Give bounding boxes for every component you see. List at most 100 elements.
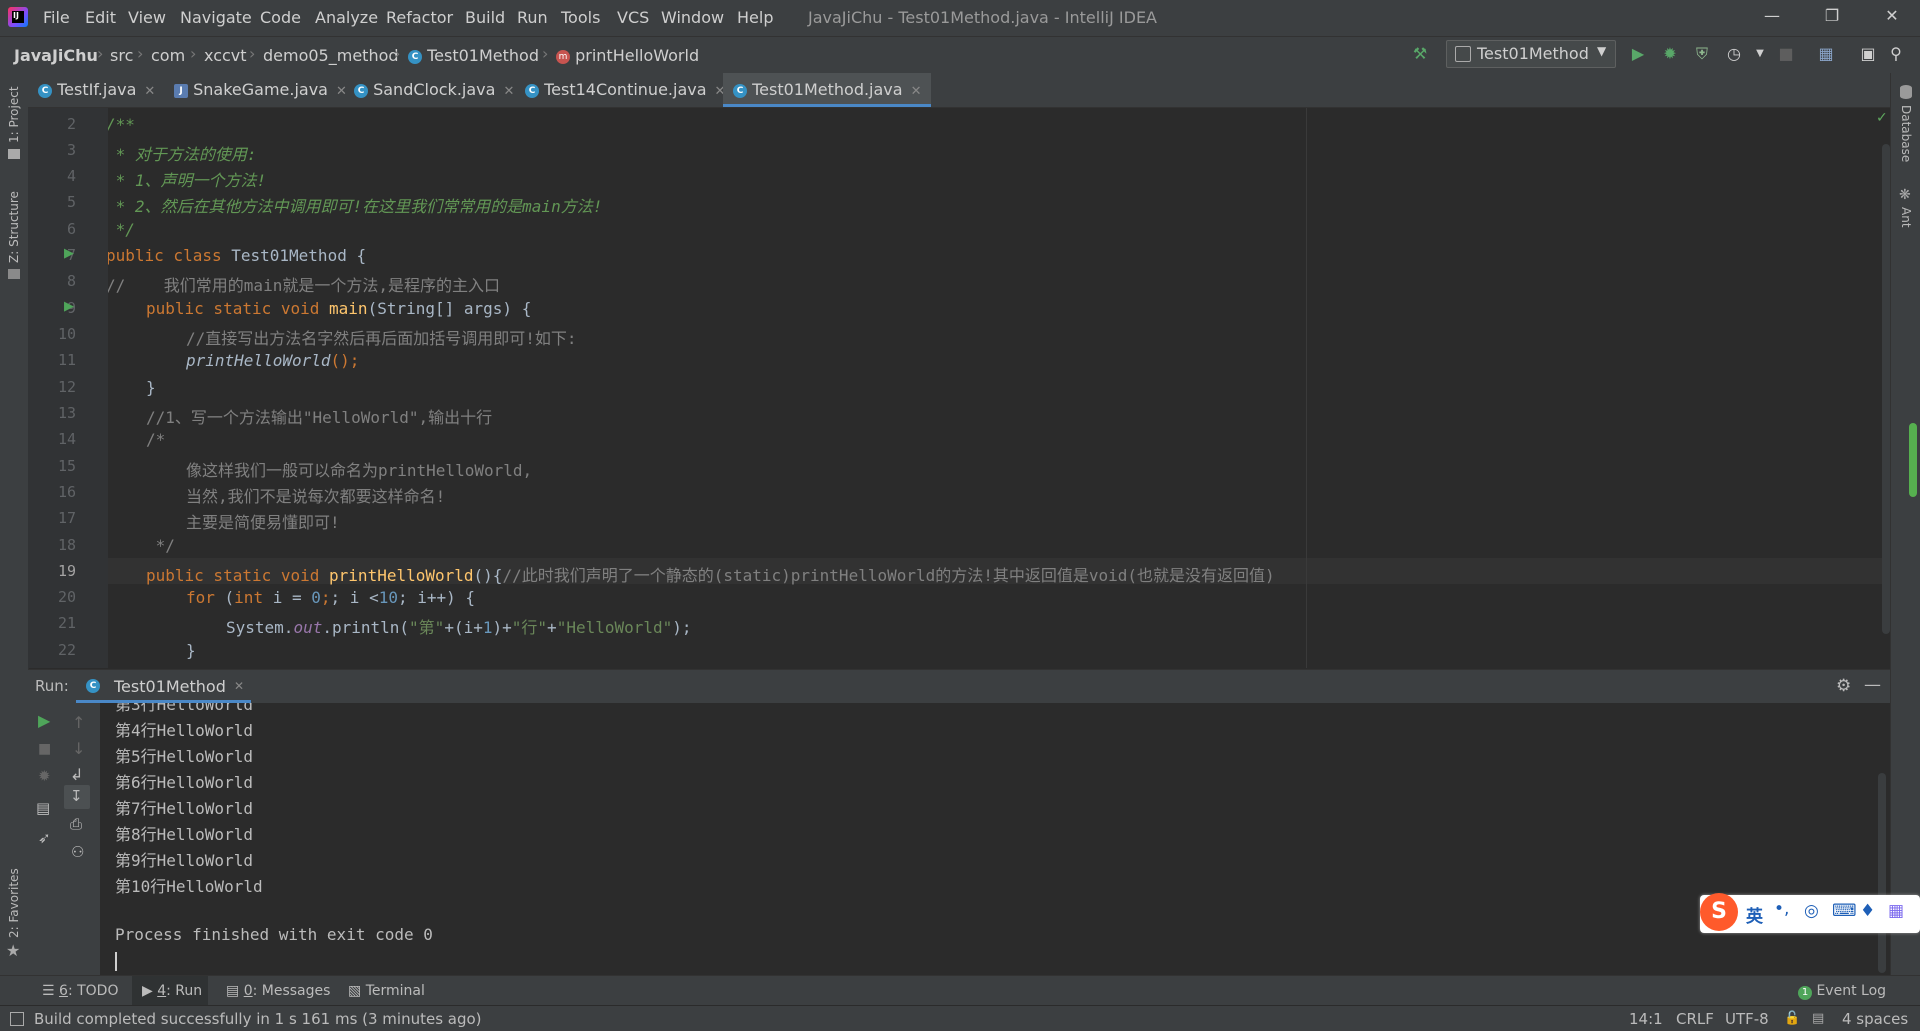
menu-build[interactable]: Build bbox=[465, 8, 505, 27]
menu-navigate[interactable]: Navigate bbox=[180, 8, 252, 27]
breadcrumb-package[interactable]: demo05_method bbox=[263, 46, 399, 65]
messages-tool-button[interactable]: ▤ 0: Messages bbox=[226, 983, 330, 999]
breadcrumb-class[interactable]: C Test01Method bbox=[408, 46, 539, 65]
menu-edit[interactable]: Edit bbox=[85, 8, 116, 27]
print-icon[interactable]: ⎙ bbox=[70, 815, 82, 833]
memory-icon[interactable]: ▤ bbox=[1812, 1011, 1824, 1026]
file-encoding[interactable]: UTF-8 bbox=[1725, 1010, 1769, 1028]
lock-icon[interactable]: 🔓 bbox=[1784, 1011, 1800, 1026]
arrow-up-icon[interactable]: ↑ bbox=[72, 713, 85, 732]
profile-dropdown-icon[interactable]: ▼ bbox=[1750, 44, 1770, 64]
tab-sandclock[interactable]: C SandClock.java ✕ bbox=[354, 73, 514, 107]
punctuation-icon[interactable]: •, bbox=[1774, 899, 1789, 919]
gear-icon[interactable]: ⚙ bbox=[1836, 676, 1851, 696]
terminal-tool-button[interactable]: ▧ Terminal bbox=[348, 983, 425, 999]
layout-icon[interactable]: ▤ bbox=[36, 799, 50, 817]
toolbox-icon[interactable]: ▦ bbox=[1888, 901, 1904, 921]
close-run-tab-icon[interactable]: ✕ bbox=[234, 679, 244, 693]
debug-icon[interactable]: ✹ bbox=[1660, 44, 1680, 64]
skin-icon[interactable]: ♦ bbox=[1860, 901, 1875, 921]
run-icon[interactable]: ▶ bbox=[1628, 44, 1648, 64]
run-main-gutter-icon[interactable]: ▶ bbox=[64, 299, 74, 314]
close-tab-icon[interactable]: ✕ bbox=[911, 84, 922, 99]
menu-tools[interactable]: Tools bbox=[561, 8, 600, 27]
ant-icon[interactable]: ❋ bbox=[1899, 187, 1911, 203]
restore-layout-icon[interactable]: ✹ bbox=[38, 767, 51, 785]
stop-icon[interactable]: ■ bbox=[38, 741, 51, 757]
breadcrumb-project[interactable]: JavaJiChu bbox=[14, 46, 98, 65]
line-separator[interactable]: CRLF bbox=[1676, 1010, 1714, 1028]
presentation-icon[interactable]: ▣ bbox=[1858, 44, 1878, 64]
favorites-tool-button[interactable]: 2: Favorites bbox=[7, 868, 21, 938]
ime-mode[interactable]: 英 bbox=[1746, 902, 1763, 927]
soft-wrap-icon[interactable]: ↲ bbox=[70, 765, 83, 784]
close-tab-icon[interactable]: ✕ bbox=[503, 84, 514, 99]
event-log-tool-button[interactable]: 1 Event Log bbox=[1798, 983, 1886, 1000]
breadcrumb-method[interactable]: m printHelloWorld bbox=[556, 46, 699, 65]
todo-tool-button[interactable]: ☰ 6: TODO bbox=[42, 983, 118, 999]
tab-snakegame[interactable]: J SnakeGame.java ✕ bbox=[174, 73, 347, 107]
build-hammer-icon[interactable]: ⚒ bbox=[1410, 44, 1430, 64]
tab-label: TestIf.java bbox=[57, 80, 137, 99]
minimize-icon[interactable]: — bbox=[1752, 6, 1792, 30]
structure-tool-button[interactable]: Z: Structure bbox=[7, 191, 21, 263]
menu-window[interactable]: Window bbox=[661, 8, 724, 27]
database-icon[interactable] bbox=[1900, 85, 1912, 99]
line-number: 18 bbox=[57, 536, 76, 554]
keyboard-icon[interactable]: ⌨ bbox=[1832, 901, 1857, 921]
coverage-icon[interactable]: ⛨ bbox=[1692, 44, 1712, 64]
menu-code[interactable]: Code bbox=[260, 8, 301, 27]
breadcrumb-com[interactable]: com bbox=[151, 46, 185, 65]
menu-file[interactable]: File bbox=[43, 8, 70, 27]
menu-analyze[interactable]: Analyze bbox=[315, 8, 378, 27]
run-tool-label: ▶ 4: Run bbox=[142, 983, 203, 999]
run-tab-test01method[interactable]: C Test01Method ✕ bbox=[76, 670, 251, 703]
project-tool-button[interactable]: 1: Project bbox=[7, 86, 21, 143]
search-icon[interactable]: ⚲ bbox=[1886, 44, 1906, 64]
hide-panel-icon[interactable]: — bbox=[1864, 675, 1881, 695]
caret-position[interactable]: 14:1 bbox=[1629, 1010, 1663, 1028]
line-number: 11 bbox=[57, 351, 76, 369]
structure-icon[interactable] bbox=[8, 269, 20, 279]
profile-icon[interactable]: ◷ bbox=[1724, 44, 1744, 64]
run-configuration-select[interactable]: Test01Method ▼ bbox=[1446, 40, 1616, 68]
menu-refactor[interactable]: Refactor bbox=[386, 8, 453, 27]
sogou-logo-icon[interactable]: S bbox=[1700, 893, 1738, 931]
menu-view[interactable]: View bbox=[128, 8, 166, 27]
menu-run[interactable]: Run bbox=[517, 8, 548, 27]
menu-help[interactable]: Help bbox=[737, 8, 773, 27]
run-console[interactable]: 第3行HelloWorld 第4行HelloWorld 第5行HelloWorl… bbox=[100, 703, 1890, 975]
code-editor[interactable]: /** * 对于方法的使用: * 1、声明一个方法! * 2、然后在其他方法中调… bbox=[108, 108, 1890, 668]
tab-test01method[interactable]: C Test01Method.java ✕ bbox=[723, 73, 932, 107]
menu-vcs[interactable]: VCS bbox=[617, 8, 649, 27]
indent-setting[interactable]: 4 spaces bbox=[1842, 1010, 1908, 1028]
arrow-down-icon[interactable]: ↓ bbox=[72, 739, 85, 758]
toggle-tool-windows-icon[interactable] bbox=[10, 1012, 24, 1026]
close-tab-icon[interactable]: ✕ bbox=[144, 84, 155, 99]
ant-tool-button[interactable]: Ant bbox=[1899, 207, 1913, 228]
editor-scrollbar[interactable] bbox=[1882, 144, 1890, 634]
trash-icon[interactable]: ⚇ bbox=[71, 843, 84, 861]
stop-icon[interactable]: ■ bbox=[1776, 44, 1796, 64]
rerun-icon[interactable]: ▶ bbox=[38, 711, 50, 730]
status-message[interactable]: Build completed successfully in 1 s 161 … bbox=[34, 1010, 482, 1028]
scroll-to-end-button[interactable]: ↧ bbox=[64, 785, 90, 809]
database-tool-button[interactable]: Database bbox=[1899, 105, 1913, 162]
tab-test14continue[interactable]: C Test14Continue.java ✕ bbox=[525, 73, 725, 107]
run-tool-button[interactable]: ▶ 4: Run bbox=[132, 976, 208, 1006]
console-scrollbar[interactable] bbox=[1878, 773, 1886, 973]
inspection-ok-icon[interactable]: ✓ bbox=[1876, 110, 1888, 126]
breadcrumb-src[interactable]: src bbox=[110, 46, 133, 65]
microphone-icon[interactable]: ◎ bbox=[1804, 901, 1819, 921]
close-tab-icon[interactable]: ✕ bbox=[336, 84, 347, 99]
class-icon: C bbox=[354, 83, 368, 98]
breadcrumb-xccvt[interactable]: xccvt bbox=[204, 46, 247, 65]
tool-window-bar: ☰ 6: TODO ▶ 4: Run ▤ 0: Messages ▧ Termi… bbox=[0, 975, 1920, 1006]
restore-icon[interactable]: ❐ bbox=[1812, 6, 1852, 30]
run-class-gutter-icon[interactable]: ▶ bbox=[64, 246, 74, 261]
project-structure-icon[interactable]: ▦ bbox=[1816, 44, 1836, 64]
pin-icon[interactable]: ➶ bbox=[38, 829, 51, 847]
tab-testif[interactable]: C TestIf.java ✕ bbox=[38, 73, 155, 107]
project-folder-icon[interactable] bbox=[8, 149, 20, 159]
close-icon[interactable]: ✕ bbox=[1872, 6, 1912, 30]
